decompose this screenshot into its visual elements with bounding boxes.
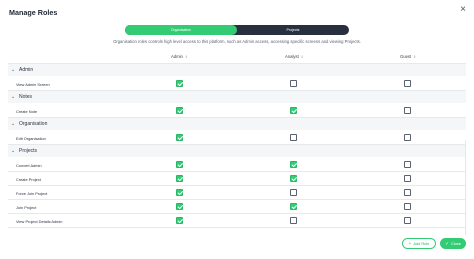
row-divider <box>8 185 466 186</box>
column-header-analyst[interactable]: Analyst ⇕ <box>285 54 304 59</box>
dialog-title: Manage Roles <box>9 8 58 17</box>
permission-checkbox-analyst[interactable] <box>290 189 297 196</box>
permission-label: View Admin Screen <box>16 82 50 87</box>
permission-label: Edit Organisation <box>16 136 46 141</box>
column-header-label: Guest <box>400 54 412 59</box>
column-header-guest[interactable]: Guest ⇕ <box>400 54 416 59</box>
sort-icon[interactable]: ⇕ <box>301 55 304 59</box>
row-divider <box>8 171 466 172</box>
permission-checkbox-analyst[interactable] <box>290 161 297 168</box>
permission-label: View Project Details Admin <box>16 219 63 224</box>
column-header-label: Admin <box>171 54 183 59</box>
check-icon: ✓ <box>445 240 449 246</box>
close-label: Close <box>450 241 461 246</box>
section-label: Organisation <box>19 121 48 127</box>
permission-checkbox-analyst[interactable] <box>290 203 297 210</box>
section-label: Admin <box>19 67 34 73</box>
permission-checkbox-admin[interactable] <box>176 107 183 114</box>
permission-label: Join Project <box>16 205 37 210</box>
permission-checkbox-analyst[interactable] <box>290 80 297 87</box>
chevron-down-icon[interactable]: ⌄ <box>11 91 15 103</box>
permission-checkbox-guest[interactable] <box>404 217 411 224</box>
row-divider <box>8 227 466 228</box>
divider <box>465 140 466 235</box>
permission-checkbox-guest[interactable] <box>404 80 411 87</box>
permission-checkbox-analyst[interactable] <box>290 175 297 182</box>
permission-checkbox-analyst[interactable] <box>290 107 297 114</box>
row-divider <box>8 199 466 200</box>
close-icon[interactable]: × <box>460 5 466 15</box>
role-scope-toggle[interactable]: Organisation Projects <box>125 25 349 35</box>
permission-checkbox-guest[interactable] <box>404 175 411 182</box>
add-role-button[interactable]: + Add Role <box>402 238 436 249</box>
chevron-down-icon[interactable]: ⌄ <box>11 145 15 157</box>
permission-checkbox-admin[interactable] <box>176 189 183 196</box>
permission-checkbox-guest[interactable] <box>404 107 411 114</box>
description-text: Organisation roles controls high level a… <box>113 39 361 44</box>
permission-checkbox-admin[interactable] <box>176 175 183 182</box>
permission-checkbox-guest[interactable] <box>404 189 411 196</box>
section-header-notes[interactable]: ⌄ Notes <box>8 91 466 103</box>
section-header-projects[interactable]: ⌄ Projects <box>8 145 466 157</box>
sort-icon[interactable]: ⇕ <box>185 55 188 59</box>
permission-checkbox-guest[interactable] <box>404 134 411 141</box>
section-label: Projects <box>19 148 38 154</box>
permission-checkbox-analyst[interactable] <box>290 217 297 224</box>
permission-checkbox-admin[interactable] <box>176 80 183 87</box>
permission-checkbox-admin[interactable] <box>176 161 183 168</box>
plus-icon: + <box>408 241 412 246</box>
section-header-admin[interactable]: ⌄ Admin <box>8 64 466 76</box>
close-button[interactable]: ✓ Close <box>440 238 466 249</box>
add-role-label: Add Role <box>413 241 430 246</box>
permission-label: Create Note <box>16 109 37 114</box>
sort-icon[interactable]: ⇕ <box>413 55 416 59</box>
column-header-admin[interactable]: Admin ⇕ <box>171 54 188 59</box>
permission-checkbox-admin[interactable] <box>176 134 183 141</box>
permission-label: Force Join Project <box>16 191 48 196</box>
permission-checkbox-analyst[interactable] <box>290 134 297 141</box>
column-header-label: Analyst <box>285 54 299 59</box>
chevron-down-icon[interactable]: ⌄ <box>11 64 15 76</box>
section-label: Notes <box>19 94 33 100</box>
permission-checkbox-admin[interactable] <box>176 217 183 224</box>
chevron-down-icon[interactable]: ⌄ <box>11 118 15 130</box>
permission-checkbox-admin[interactable] <box>176 203 183 210</box>
toggle-organisation[interactable]: Organisation <box>125 25 237 35</box>
toggle-projects[interactable]: Projects <box>237 25 349 35</box>
permission-label: Convert Admin <box>16 163 42 168</box>
section-header-organisation[interactable]: ⌄ Organisation <box>8 118 466 130</box>
permission-label: Create Project <box>16 177 41 182</box>
permission-checkbox-guest[interactable] <box>404 203 411 210</box>
row-divider <box>8 213 466 214</box>
permission-checkbox-guest[interactable] <box>404 161 411 168</box>
